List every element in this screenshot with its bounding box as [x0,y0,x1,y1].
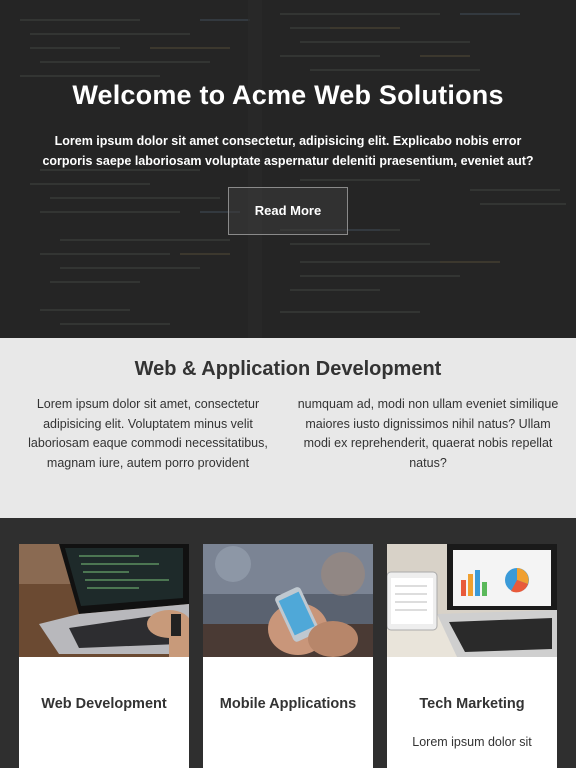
card-title: Mobile Applications [219,696,357,712]
laptop-charts-image [387,544,557,657]
hero-title: Welcome to Acme Web Solutions [72,80,504,110]
services-cards: Web Development Mobile Applications Tech… [0,518,576,768]
section-text-right: numquam ad, modi non ullam eveniet simil… [297,397,559,470]
card-title: Tech Marketing [419,696,525,712]
card-web-development[interactable]: Web Development [19,544,189,768]
read-more-button[interactable]: Read More [228,187,348,235]
laptop-typing-image [19,544,189,657]
hero-section: Welcome to Acme Web Solutions Lorem ipsu… [0,0,576,338]
development-section: Web & Application Development Lorem ipsu… [0,338,576,518]
card-mobile-applications[interactable]: Mobile Applications [203,544,373,768]
card-text: Lorem ipsum dolor sit [412,735,532,749]
hero-content: Welcome to Acme Web Solutions Lorem ipsu… [0,0,576,235]
phone-in-hand-image [203,544,373,657]
section-columns: Lorem ipsum dolor sit amet, consectetur … [0,381,576,473]
section-title: Web & Application Development [134,358,442,380]
card-tech-marketing[interactable]: Tech Marketing Lorem ipsum dolor sit [387,544,557,768]
card-title: Web Development [41,696,167,712]
hero-description: Lorem ipsum dolor sit amet consectetur, … [42,134,534,168]
section-text-left: Lorem ipsum dolor sit amet, consectetur … [28,397,268,470]
